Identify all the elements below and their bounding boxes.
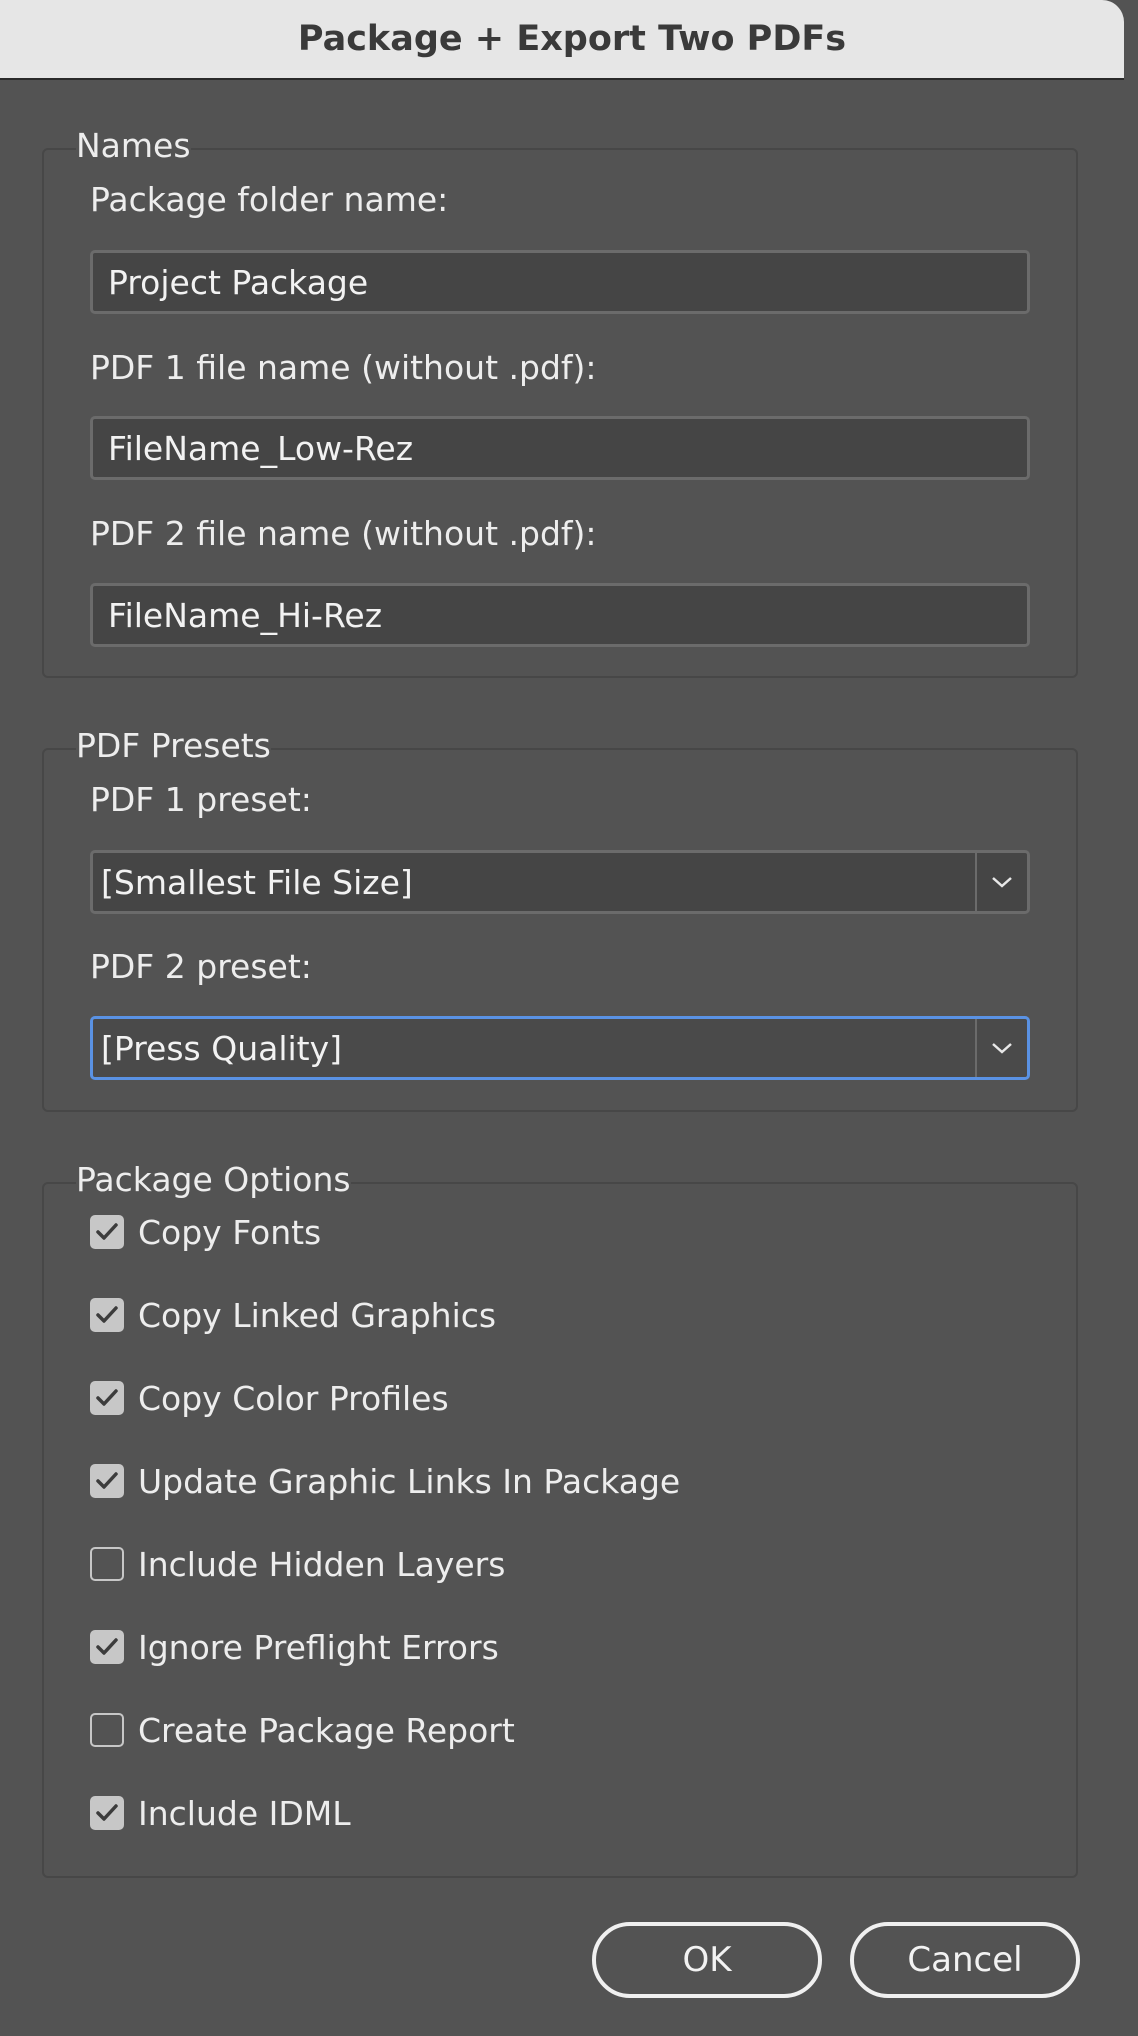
option-label: Copy Linked Graphics [138, 1295, 497, 1335]
dialog: Package + Export Two PDFs Names Package … [0, 0, 1126, 2036]
title-bar[interactable]: Package + Export Two PDFs [0, 0, 1124, 80]
checkmark-icon [96, 1223, 118, 1240]
options-panel [42, 1182, 1078, 1878]
option-include-hidden-layers[interactable]: Include Hidden Layers [90, 1542, 505, 1586]
pdf2-preset-value: [Press Quality] [101, 1028, 343, 1068]
option-create-package-report[interactable]: Create Package Report [90, 1708, 515, 1752]
option-copy-linked-graphics[interactable]: Copy Linked Graphics [90, 1293, 496, 1337]
checkbox-checked[interactable] [90, 1796, 124, 1830]
option-include-idml[interactable]: Include IDML [90, 1791, 351, 1835]
package-folder-label: Package folder name: [90, 180, 449, 219]
window-title: Package + Export Two PDFs [297, 19, 847, 59]
option-label: Copy Fonts [138, 1212, 322, 1252]
checkmark-icon [96, 1306, 118, 1323]
checkbox-checked[interactable] [90, 1464, 124, 1498]
checkmark-icon [96, 1389, 118, 1406]
option-label: Create Package Report [138, 1710, 515, 1750]
pdf2-preset-select[interactable]: [Press Quality] [90, 1016, 1030, 1080]
option-ignore-preflight-errors[interactable]: Ignore Preflight Errors [90, 1625, 499, 1669]
pdf2-preset-label: PDF 2 preset: [90, 947, 312, 986]
checkbox-checked[interactable] [90, 1381, 124, 1415]
checkbox-unchecked[interactable] [90, 1547, 124, 1581]
pdf1-preset-value: [Smallest File Size] [101, 862, 413, 902]
chevron-down-icon[interactable] [975, 853, 1027, 911]
option-copy-fonts[interactable]: Copy Fonts [90, 1210, 321, 1254]
option-label: Ignore Preflight Errors [138, 1627, 499, 1667]
names-panel-title: Names [76, 126, 191, 166]
chevron-down-icon[interactable] [975, 1019, 1027, 1077]
option-label: Update Graphic Links In Package [138, 1461, 681, 1501]
option-label: Include IDML [138, 1793, 351, 1833]
option-copy-color-profiles[interactable]: Copy Color Profiles [90, 1376, 449, 1420]
ok-button[interactable]: OK [592, 1922, 822, 1998]
option-label: Include Hidden Layers [138, 1544, 506, 1584]
checkbox-unchecked[interactable] [90, 1713, 124, 1747]
checkbox-checked[interactable] [90, 1215, 124, 1249]
pdf1-name-label: PDF 1 file name (without .pdf): [90, 348, 597, 387]
option-label: Copy Color Profiles [138, 1378, 449, 1418]
pdf1-name-input[interactable] [90, 416, 1030, 480]
options-panel-title: Package Options [76, 1160, 351, 1200]
package-folder-input[interactable] [90, 250, 1030, 314]
pdf1-preset-select[interactable]: [Smallest File Size] [90, 850, 1030, 914]
checkbox-checked[interactable] [90, 1298, 124, 1332]
pdf1-preset-label: PDF 1 preset: [90, 780, 312, 819]
cancel-button[interactable]: Cancel [850, 1922, 1080, 1998]
checkmark-icon [96, 1472, 118, 1489]
option-update-graphic-links[interactable]: Update Graphic Links In Package [90, 1459, 680, 1503]
pdf2-name-label: PDF 2 file name (without .pdf): [90, 514, 597, 553]
pdf2-name-input[interactable] [90, 583, 1030, 647]
presets-panel-title: PDF Presets [76, 726, 271, 766]
checkmark-icon [96, 1638, 118, 1655]
checkmark-icon [96, 1804, 118, 1821]
checkbox-checked[interactable] [90, 1630, 124, 1664]
